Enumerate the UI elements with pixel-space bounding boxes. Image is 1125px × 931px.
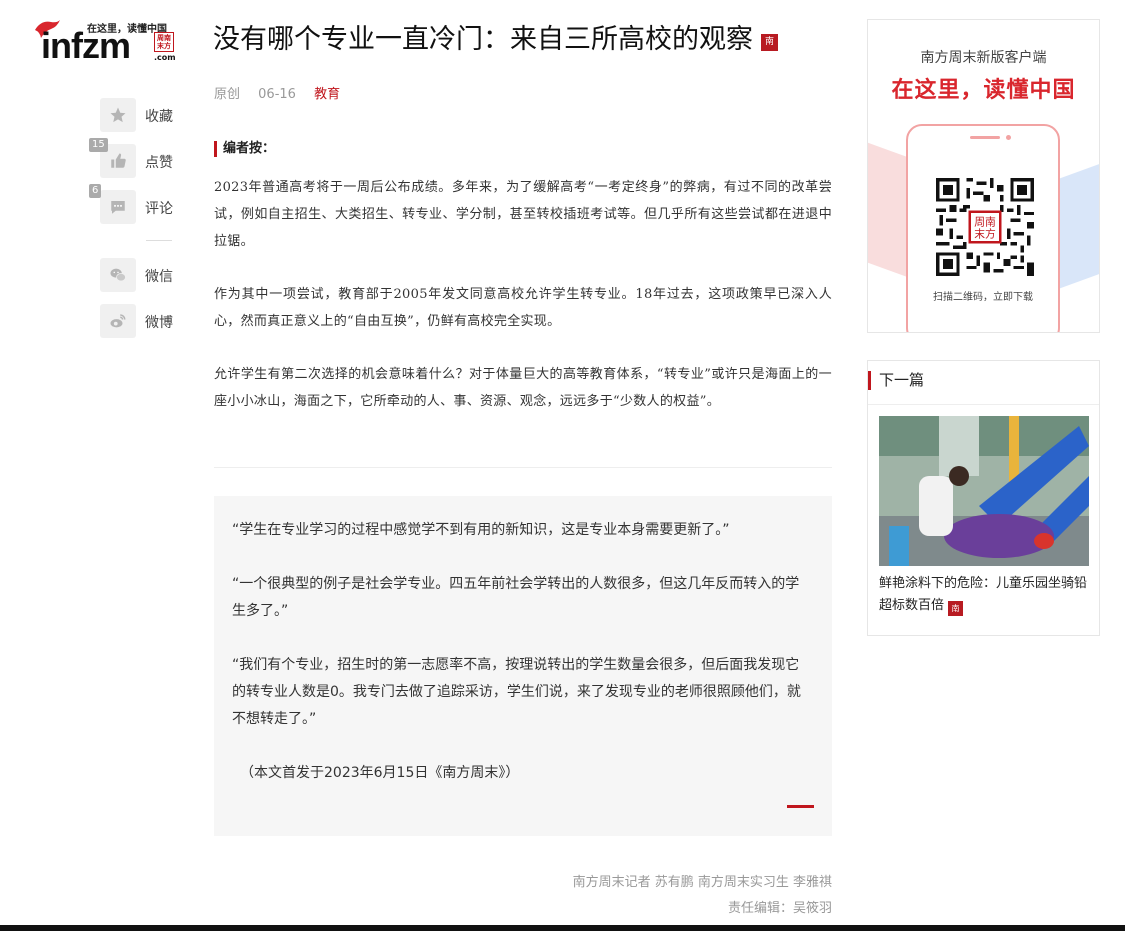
article-source: 原创 bbox=[214, 87, 241, 102]
logo-domain: .com bbox=[154, 53, 176, 62]
like-count: 15 bbox=[89, 138, 108, 152]
thumbs-up-icon bbox=[111, 153, 126, 168]
editor-note-label: 编者按： bbox=[214, 141, 275, 157]
comment-button[interactable]: 6 评论 bbox=[89, 184, 180, 224]
next-article-divider bbox=[868, 404, 1099, 405]
article-category-link[interactable]: 教育 bbox=[314, 87, 340, 102]
article-date: 06-16 bbox=[258, 87, 296, 102]
wechat-label: 微信 bbox=[145, 269, 173, 285]
comment-label: 评论 bbox=[145, 201, 173, 217]
content-divider bbox=[214, 467, 832, 468]
quote-paragraph: “一个很典型的例子是社会学专业。四五年前社会学转出的人数很多，但这几年反而转入的… bbox=[232, 576, 800, 619]
svg-text:末方: 末方 bbox=[974, 226, 996, 240]
promo-title: 南方周末新版客户端 bbox=[920, 50, 1047, 66]
svg-text:周南: 周南 bbox=[974, 215, 996, 228]
comment-icon bbox=[111, 201, 125, 214]
phone-speaker bbox=[970, 136, 1000, 139]
wechat-share-button[interactable]: 微信 bbox=[100, 258, 180, 292]
end-mark bbox=[787, 805, 814, 808]
action-divider bbox=[146, 240, 172, 241]
star-icon bbox=[110, 107, 126, 123]
nanfang-seal-icon: 南 bbox=[761, 34, 778, 51]
weibo-share-button[interactable]: 微博 bbox=[100, 304, 180, 338]
quote-paragraph: “学生在专业学习的过程中感觉学不到有用的新知识，这是专业本身需要更新了。” bbox=[232, 522, 730, 538]
playground-photo-image bbox=[879, 416, 1089, 566]
decor-wave-right bbox=[1053, 159, 1099, 291]
phone-camera bbox=[1006, 135, 1011, 140]
app-download-promo[interactable]: 南方周末新版客户端 在这里，读懂中国 周南 末方 扫描二维码，立即下载 bbox=[867, 19, 1100, 333]
next-article-heading: 下一篇 bbox=[868, 371, 924, 390]
next-article-card[interactable]: 下一篇 鲜艳涂料下的危险：儿童乐园坐骑铅超标数百倍南 bbox=[867, 360, 1100, 636]
like-label: 点赞 bbox=[145, 155, 173, 171]
article-title-text: 没有哪个专业一直冷门：来自三所高校的观察 bbox=[213, 24, 753, 55]
nanfang-seal-icon: 南 bbox=[948, 601, 964, 616]
wechat-icon bbox=[110, 268, 126, 282]
qr-code-icon: 周南 末方 bbox=[936, 178, 1034, 276]
logo-wordmark: infzm bbox=[41, 25, 131, 66]
article-title: 没有哪个专业一直冷门：来自三所高校的观察南 bbox=[213, 22, 778, 58]
logo-seal: 周南 末方 bbox=[154, 32, 174, 52]
article-paragraph: 2023年普通高考将于一周后公布成绩。多年来，为了缓解高考“一考定终身”的弊病，… bbox=[214, 180, 832, 249]
quote-block: “学生在专业学习的过程中感觉学不到有用的新知识，这是专业本身需要更新了。” “一… bbox=[214, 496, 832, 836]
favorite-button[interactable]: 收藏 bbox=[100, 98, 180, 132]
comment-count: 6 bbox=[89, 184, 102, 198]
article-byline: 南方周末记者 苏有鹏 南方周末实习生 李雅祺 bbox=[572, 875, 832, 890]
qr-caption: 扫描二维码，立即下载 bbox=[933, 292, 1033, 303]
footer-bar bbox=[0, 925, 1125, 931]
favorite-label: 收藏 bbox=[145, 109, 173, 125]
next-article-title-link[interactable]: 鲜艳涂料下的危险：儿童乐园坐骑铅超标数百倍南 bbox=[879, 573, 1093, 617]
phone-frame: 周南 末方 扫描二维码，立即下载 bbox=[906, 124, 1060, 332]
next-article-title: 鲜艳涂料下的危险：儿童乐园坐骑铅超标数百倍 bbox=[879, 576, 1088, 613]
promo-slogan: 在这里，读懂中国 bbox=[891, 78, 1076, 103]
weibo-label: 微博 bbox=[145, 315, 173, 331]
article-paragraph: 允许学生有第二次选择的机会意味着什么？对于体量巨大的高等教育体系，“转专业”或许… bbox=[214, 367, 832, 409]
site-logo[interactable]: 在这里，读懂中国 infzm 周南 末方 .com bbox=[33, 18, 176, 66]
publication-note: （本文首发于2023年6月15日《南方周末》） bbox=[240, 765, 520, 781]
article-meta: 原创 06-16 教育 bbox=[214, 83, 354, 102]
next-article-thumbnail[interactable] bbox=[879, 416, 1089, 566]
like-button[interactable]: 15 点赞 bbox=[89, 138, 180, 178]
quote-paragraph: “我们有个专业，招生时的第一志愿率不高，按理说转出的学生数量会很多，但后面我发现… bbox=[232, 657, 801, 727]
weibo-icon bbox=[110, 314, 126, 328]
article-paragraph: 作为其中一项尝试，教育部于2005年发文同意高校允许学生转专业。18年过去，这项… bbox=[214, 287, 832, 329]
responsible-editor: 责任编辑：吴筱羽 bbox=[727, 901, 832, 916]
